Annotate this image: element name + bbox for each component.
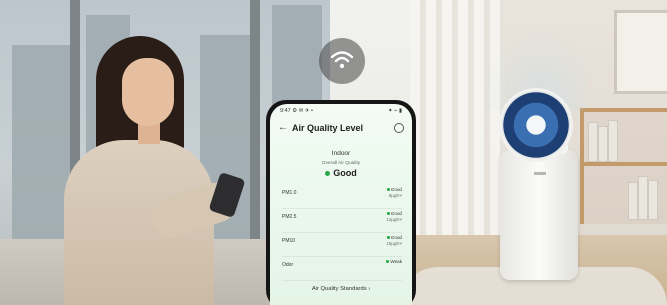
reading-value: 12μg/m³ bbox=[386, 216, 402, 222]
woman-face bbox=[122, 58, 174, 126]
reading-level: Good bbox=[390, 187, 402, 192]
page-title: Air Quality Level bbox=[292, 123, 364, 133]
wall-art bbox=[614, 10, 667, 94]
status-dot-icon bbox=[325, 171, 331, 177]
app-screen: 9:47 ⚙ ✉ ✈ • ✦ ⌁ ▮ ← Air Quality Level I… bbox=[270, 104, 412, 305]
phone-mockup: 9:47 ⚙ ✉ ✈ • ✦ ⌁ ▮ ← Air Quality Level I… bbox=[266, 100, 416, 305]
reading-level: Weak bbox=[390, 259, 402, 264]
reading-row-odor[interactable]: Odor Weak bbox=[282, 258, 402, 281]
status-icons: ⚙ ✉ ✈ • bbox=[292, 108, 313, 114]
reading-row-pm25[interactable]: PM2.5 Good 12μg/m³ bbox=[282, 210, 402, 233]
status-right: ✦ ⌁ ▮ bbox=[387, 108, 402, 114]
book bbox=[648, 180, 658, 220]
reading-level: Good bbox=[390, 211, 402, 216]
app-header: ← Air Quality Level bbox=[270, 121, 412, 137]
status-dot-icon bbox=[386, 212, 390, 216]
purifier-logo bbox=[534, 172, 546, 175]
status-dot-icon bbox=[386, 188, 390, 192]
section-label: Indoor bbox=[331, 150, 351, 157]
book bbox=[638, 176, 648, 220]
shelf-board bbox=[584, 162, 667, 166]
reading-name: PM2.5 bbox=[282, 214, 297, 220]
air-purifier bbox=[500, 150, 578, 280]
status-bar: 9:47 ⚙ ✉ ✈ • ✦ ⌁ ▮ bbox=[280, 108, 402, 117]
reading-level: Good bbox=[390, 235, 402, 240]
reading-row-pm10[interactable]: PM10 Good 15μg/m³ bbox=[282, 234, 402, 257]
history-icon[interactable] bbox=[394, 123, 404, 133]
reading-status: Good 12μg/m³ bbox=[387, 211, 402, 222]
reading-status: Weak bbox=[386, 259, 402, 265]
reading-value: 8μg/m³ bbox=[388, 192, 402, 198]
book bbox=[628, 182, 638, 220]
reading-status: Good 8μg/m³ bbox=[386, 187, 402, 198]
air-quality-standards-link[interactable]: Air Quality Standards › bbox=[270, 286, 412, 292]
reading-row-pm1[interactable]: PM1.0 Good 8μg/m³ bbox=[282, 186, 402, 209]
status-left: 9:47 ⚙ ✉ ✈ • bbox=[280, 108, 313, 117]
book bbox=[608, 120, 618, 162]
status-time: 9:47 bbox=[280, 108, 291, 114]
bookshelf bbox=[580, 108, 667, 224]
window-mullion bbox=[250, 0, 260, 240]
status-dot-icon bbox=[386, 236, 390, 240]
book bbox=[588, 122, 598, 162]
reading-name: PM1.0 bbox=[282, 190, 297, 196]
wifi-badge bbox=[319, 38, 365, 84]
book bbox=[598, 126, 608, 162]
reading-value: 15μg/m³ bbox=[386, 240, 402, 246]
hero-scene: 9:47 ⚙ ✉ ✈ • ✦ ⌁ ▮ ← Air Quality Level I… bbox=[0, 0, 667, 305]
building bbox=[12, 45, 72, 245]
status-dot-icon bbox=[386, 260, 390, 264]
overall-label: Overall Air Quality bbox=[321, 161, 361, 166]
reading-name: PM10 bbox=[282, 238, 296, 244]
overall-status: Good bbox=[270, 168, 412, 178]
overall-value: Good bbox=[333, 168, 357, 178]
reading-name: Odor bbox=[282, 262, 294, 268]
wifi-icon bbox=[330, 51, 354, 69]
back-arrow-icon[interactable]: ← bbox=[278, 122, 288, 133]
reading-status: Good 15μg/m³ bbox=[387, 235, 402, 246]
